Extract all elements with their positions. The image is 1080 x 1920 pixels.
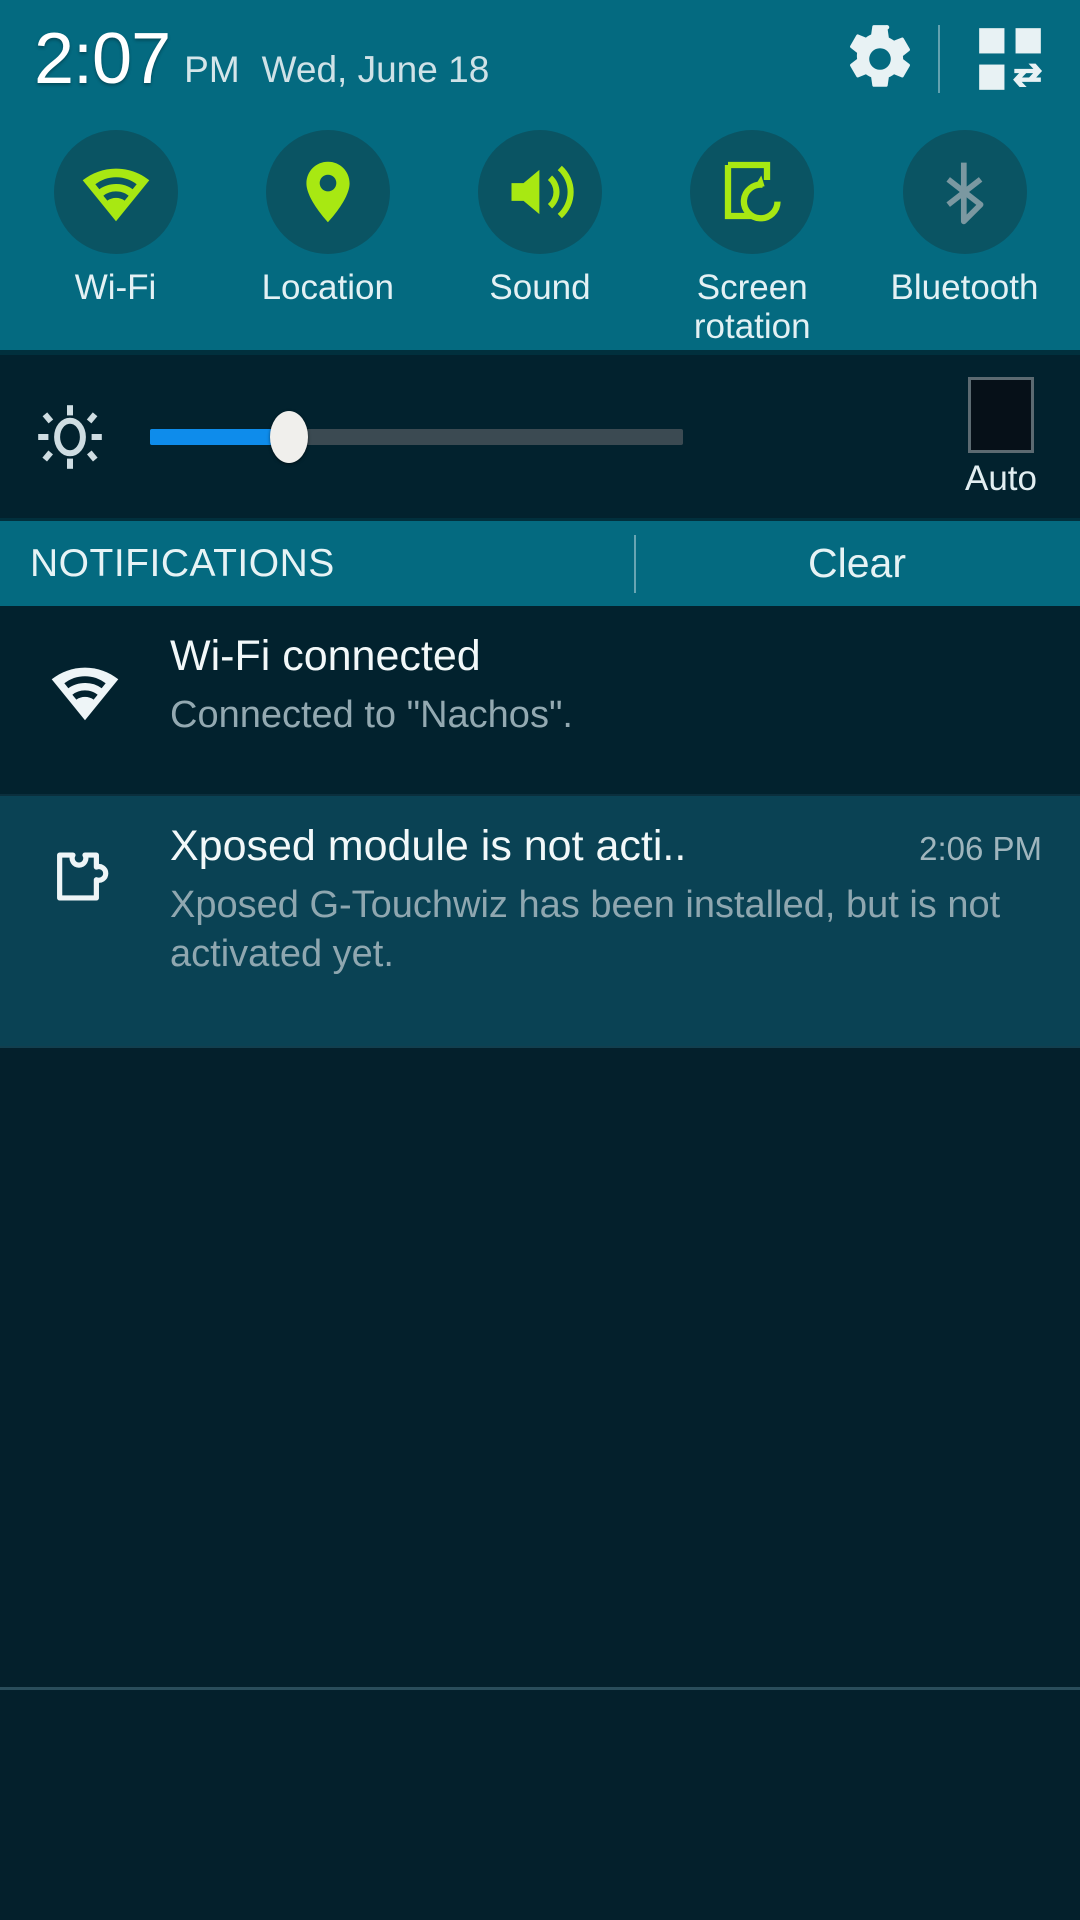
notification-title: Wi-Fi connected — [170, 632, 481, 680]
quick-settings-grid-icon — [973, 22, 1047, 96]
notification-title-row: Wi-Fi connected — [170, 632, 1042, 681]
notification-title-row: Xposed module is not acti.. 2:06 PM — [170, 822, 1042, 871]
brightness-row: Auto — [0, 355, 1080, 518]
gear-icon — [843, 22, 917, 96]
quick-toggles: Wi-Fi Location Sound Screen rotation Blu… — [0, 118, 1080, 350]
clock-ampm: PM — [184, 49, 240, 90]
toggle-bluetooth[interactable]: Bluetooth — [867, 118, 1062, 307]
notification-item-wifi[interactable]: Wi-Fi connected Connected to "Nachos". — [0, 606, 1080, 796]
notifications-title: NOTIFICATIONS — [30, 541, 335, 585]
toggle-wifi-label: Wi-Fi — [74, 268, 157, 307]
toggle-wifi[interactable]: Wi-Fi — [18, 118, 213, 307]
toggle-sound-circle — [478, 130, 602, 254]
toggle-location-circle — [265, 130, 390, 254]
toggle-screen-rotation[interactable]: Screen rotation — [655, 118, 850, 346]
clock-date: Wed, June 18 — [261, 49, 490, 90]
clear-notifications-button[interactable]: Clear — [634, 521, 1080, 606]
brightness-slider-thumb[interactable] — [269, 410, 308, 463]
toggle-bluetooth-circle — [902, 130, 1027, 254]
brightness-slider[interactable] — [150, 410, 683, 463]
location-pin-icon — [291, 155, 365, 229]
notification-icon — [0, 822, 170, 1020]
header-divider — [938, 25, 940, 93]
shade-empty-area — [0, 1048, 1080, 1764]
notification-text: Xposed G-Touchwiz has been installed, bu… — [170, 884, 1001, 975]
auto-brightness-toggle[interactable]: Auto — [965, 377, 1037, 499]
shade-bottom-divider — [0, 1687, 1080, 1690]
toggle-location-label: Location — [261, 268, 394, 307]
auto-brightness-checkbox[interactable] — [968, 377, 1034, 453]
notification-shade: 2:07 PM Wed, June 18 Wi-Fi Location Soun… — [0, 0, 1080, 1920]
notification-list: Wi-Fi connected Connected to "Nachos". X… — [0, 606, 1080, 1048]
notification-text: Connected to "Nachos". — [170, 694, 573, 736]
toggle-wifi-circle — [53, 130, 178, 254]
screen-rotation-icon — [716, 156, 788, 228]
settings-button[interactable] — [838, 17, 922, 101]
bluetooth-icon — [929, 156, 1001, 228]
notification-body: Xposed module is not acti.. 2:06 PM Xpos… — [170, 822, 1050, 1020]
speaker-sound-icon — [502, 154, 578, 230]
notification-timestamp: 2:06 PM — [919, 830, 1042, 867]
toggle-screen-rotation-circle — [690, 130, 815, 254]
brightness-sun-icon — [30, 397, 110, 477]
notification-item-xposed[interactable]: Xposed module is not acti.. 2:06 PM Xpos… — [0, 796, 1080, 1048]
brightness-slider-fill — [150, 428, 289, 445]
clock-time: 2:07 — [34, 19, 171, 99]
toggle-bluetooth-label: Bluetooth — [890, 268, 1039, 307]
status-bar: 2:07 PM Wed, June 18 — [0, 0, 1080, 118]
toggle-location[interactable]: Location — [230, 118, 425, 307]
auto-brightness-label: Auto — [965, 459, 1037, 498]
toggle-sound-label: Sound — [489, 268, 591, 307]
notifications-header: NOTIFICATIONS Clear — [0, 518, 1080, 606]
notification-icon — [0, 632, 170, 768]
header-actions — [838, 0, 1080, 118]
toggle-sound[interactable]: Sound — [443, 118, 638, 307]
quick-settings-edit-button[interactable] — [962, 17, 1058, 101]
clock[interactable]: 2:07 PM Wed, June 18 — [34, 0, 489, 118]
toggle-screen-rotation-label: Screen rotation — [693, 268, 811, 347]
puzzle-piece-icon — [46, 844, 124, 922]
wifi-icon — [48, 654, 122, 728]
notification-body: Wi-Fi connected Connected to "Nachos". — [170, 632, 1050, 768]
wifi-icon — [79, 155, 153, 229]
notification-title: Xposed module is not acti.. — [170, 822, 687, 870]
